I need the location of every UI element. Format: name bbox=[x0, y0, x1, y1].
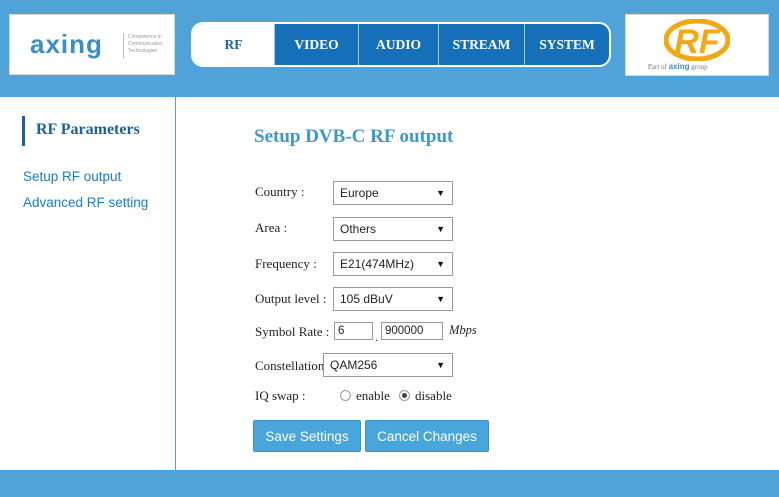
output-level-value: 105 dBuV bbox=[340, 292, 393, 306]
sidebar-title: RF Parameters bbox=[22, 116, 140, 146]
area-label: Area : bbox=[255, 220, 288, 235]
output-level-label: Output level : bbox=[255, 291, 327, 306]
chevron-down-icon: ▼ bbox=[436, 224, 445, 234]
iq-swap-enable-label: enable bbox=[356, 388, 390, 403]
tab-video[interactable]: VIDEO bbox=[275, 24, 359, 65]
tab-audio[interactable]: AUDIO bbox=[359, 24, 439, 65]
chevron-down-icon: ▼ bbox=[436, 188, 445, 198]
symbol-rate-fraction-input[interactable]: 900000 bbox=[381, 322, 443, 340]
symbol-rate-unit: Mbps bbox=[449, 323, 477, 337]
footer-bar bbox=[0, 470, 779, 497]
area-select[interactable]: Others ▼ bbox=[333, 217, 453, 241]
iq-swap-label: IQ swap : bbox=[255, 388, 306, 403]
cancel-changes-button[interactable]: Cancel Changes bbox=[365, 420, 489, 452]
save-settings-button[interactable]: Save Settings bbox=[253, 420, 361, 452]
rf-logo-tagline: Part of axing group bbox=[648, 62, 708, 71]
chevron-down-icon: ▼ bbox=[436, 360, 445, 370]
chevron-down-icon: ▼ bbox=[436, 294, 445, 304]
axing-logo: axing Competence in Communication Techno… bbox=[9, 14, 175, 75]
country-select[interactable]: Europe ▼ bbox=[333, 181, 453, 205]
rf-logo: RF Part of axing group bbox=[625, 14, 769, 76]
constellation-select[interactable]: QAM256 ▼ bbox=[323, 353, 453, 377]
logo-divider bbox=[123, 33, 124, 59]
tab-rf[interactable]: RF bbox=[193, 24, 275, 65]
constellation-label: Constellation : bbox=[255, 358, 332, 373]
axing-wordmark: axing bbox=[30, 29, 103, 59]
symbol-rate-integer-input[interactable]: 6 bbox=[334, 322, 373, 340]
rf-logo-icon: RF bbox=[664, 19, 730, 61]
iq-swap-enable-radio[interactable] bbox=[340, 390, 351, 401]
axing-tagline: Competence in Communication Technologies bbox=[128, 34, 163, 54]
tab-system[interactable]: SYSTEM bbox=[525, 24, 609, 65]
output-level-select[interactable]: 105 dBuV ▼ bbox=[333, 287, 453, 311]
page-title: Setup DVB-C RF output bbox=[254, 126, 454, 147]
area-value: Others bbox=[340, 222, 377, 236]
frequency-value: E21(474MHz) bbox=[340, 257, 415, 271]
frequency-select[interactable]: E21(474MHz) ▼ bbox=[333, 252, 453, 276]
svg-text:RF: RF bbox=[674, 23, 721, 61]
sidebar-divider bbox=[175, 97, 176, 470]
country-label: Country : bbox=[255, 184, 305, 199]
iq-swap-disable-radio[interactable] bbox=[399, 390, 410, 401]
chevron-down-icon: ▼ bbox=[436, 259, 445, 269]
frequency-label: Frequency : bbox=[255, 256, 317, 271]
symbol-rate-separator: . bbox=[375, 330, 378, 344]
iq-swap-disable-label: disable bbox=[415, 388, 452, 403]
constellation-value: QAM256 bbox=[330, 358, 378, 372]
country-value: Europe bbox=[340, 186, 379, 200]
tab-stream[interactable]: STREAM bbox=[439, 24, 525, 65]
sidebar-link-setup-rf-output[interactable]: Setup RF output bbox=[23, 169, 121, 184]
symbol-rate-label: Symbol Rate : bbox=[255, 324, 330, 339]
sidebar-link-advanced-rf-setting[interactable]: Advanced RF setting bbox=[23, 195, 148, 210]
main-nav: RF VIDEO AUDIO STREAM SYSTEM bbox=[191, 22, 611, 67]
